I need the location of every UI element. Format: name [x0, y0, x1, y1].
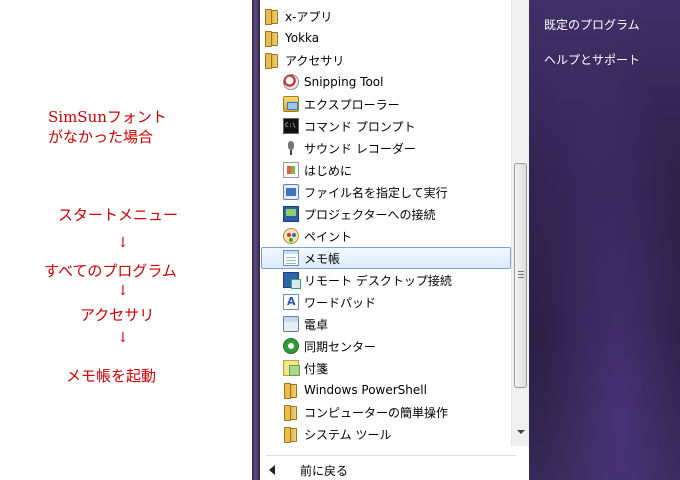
explorer-icon	[283, 96, 299, 112]
folder-icon	[283, 382, 299, 399]
all-programs-panel: x-アプリ Yokka アクセサリ Snipping Tool エクスプローラー…	[260, 0, 529, 480]
list-item-windows-powershell[interactable]: Windows PowerShell	[283, 379, 427, 401]
wordpad-icon	[283, 294, 299, 310]
list-item-wordpad[interactable]: ワードパッド	[283, 291, 376, 313]
sync-center-icon	[283, 338, 299, 354]
list-item-system-tools[interactable]: システム ツール	[283, 423, 391, 445]
list-item-label: アクセサリ	[285, 53, 345, 68]
scroll-down-arrow-icon[interactable]	[517, 430, 525, 434]
list-item-x-apps[interactable]: x-アプリ	[264, 5, 332, 27]
annotation-step-accessories: アクセサリ	[80, 306, 155, 324]
list-item-accessories[interactable]: アクセサリ	[264, 49, 344, 71]
list-item-label: システム ツール	[304, 427, 392, 442]
list-item-label: メモ帳	[304, 251, 341, 266]
back-button[interactable]: 前に戻る	[260, 458, 529, 480]
annotation-title-line1: SimSunフォント	[48, 108, 167, 126]
help-and-support-link[interactable]: ヘルプとサポート	[544, 51, 640, 68]
annotation-arrow: ↓	[117, 235, 129, 251]
run-icon	[283, 184, 299, 200]
annotation-step-all-programs: すべてのプログラム	[44, 262, 177, 280]
start-menu-border	[252, 0, 260, 480]
list-item-label: コンピューターの簡単操作	[304, 405, 449, 420]
notepad-icon	[283, 250, 299, 266]
list-item-label: 電卓	[304, 317, 329, 332]
start-menu-right-pane: 既定のプログラム ヘルプとサポート	[529, 0, 680, 480]
back-arrow-icon	[269, 465, 275, 475]
getting-started-icon	[283, 162, 299, 178]
list-item-sound-recorder[interactable]: サウンド レコーダー	[283, 137, 416, 159]
list-item-label: エクスプローラー	[304, 97, 400, 112]
list-item-sync-center[interactable]: 同期センター	[283, 335, 376, 357]
sticky-notes-icon	[283, 360, 300, 376]
list-item-connect-projector[interactable]: プロジェクターへの接続	[283, 203, 436, 225]
annotation-arrow: ↓	[117, 283, 129, 299]
list-item-yokka[interactable]: Yokka	[264, 27, 319, 49]
list-item-explorer[interactable]: エクスプローラー	[283, 93, 400, 115]
list-item-snipping-tool[interactable]: Snipping Tool	[283, 71, 383, 93]
divider	[266, 455, 516, 456]
projector-icon	[283, 206, 299, 222]
list-item-label: ペイント	[304, 229, 353, 244]
annotation-title-line2: がなかった場合	[48, 128, 154, 146]
list-item-label: はじめに	[304, 163, 353, 178]
list-item-label: 付箋	[304, 361, 329, 376]
annotation-arrow: ↓	[117, 330, 129, 346]
default-programs-link[interactable]: 既定のプログラム	[544, 16, 640, 33]
list-item-label: リモート デスクトップ接続	[304, 273, 452, 288]
list-item-label: Yokka	[285, 31, 320, 45]
list-item-label: Snipping Tool	[304, 75, 384, 89]
list-item-remote-desktop[interactable]: リモート デスクトップ接続	[283, 269, 452, 291]
folder-icon	[264, 8, 280, 25]
list-item-sticky-notes[interactable]: 付箋	[283, 357, 328, 379]
list-item-label: プロジェクターへの接続	[304, 207, 436, 222]
scrollbar-thumb[interactable]	[514, 163, 527, 388]
microphone-icon	[283, 140, 299, 156]
folder-icon	[283, 426, 299, 443]
list-item-run[interactable]: ファイル名を指定して実行	[283, 181, 448, 203]
paint-palette-icon	[283, 228, 299, 244]
folder-icon	[264, 52, 280, 69]
list-item-label: コマンド プロンプト	[304, 119, 416, 134]
list-item-paint[interactable]: ペイント	[283, 225, 352, 247]
list-item-command-prompt[interactable]: コマンド プロンプト	[283, 115, 415, 137]
list-item-getting-started[interactable]: はじめに	[283, 159, 352, 181]
list-item-label: ファイル名を指定して実行	[304, 185, 448, 200]
list-item-ease-of-access[interactable]: コンピューターの簡単操作	[283, 401, 448, 423]
back-label: 前に戻る	[300, 464, 349, 478]
list-item-calculator[interactable]: 電卓	[283, 313, 328, 335]
list-item-label: ワードパッド	[304, 295, 377, 310]
grip-icon	[518, 271, 524, 278]
folder-icon	[283, 404, 299, 421]
vertical-scrollbar[interactable]	[511, 0, 529, 446]
list-item-notepad[interactable]: メモ帳	[261, 247, 511, 269]
program-list: x-アプリ Yokka アクセサリ Snipping Tool エクスプローラー…	[260, 0, 511, 446]
list-item-label: 同期センター	[304, 339, 377, 354]
annotation-area: SimSunフォント がなかった場合 スタートメニュー ↓ すべてのプログラム …	[0, 0, 252, 480]
command-prompt-icon	[283, 118, 299, 134]
list-item-label: サウンド レコーダー	[304, 141, 416, 156]
annotation-step-start-menu: スタートメニュー	[58, 206, 179, 224]
list-item-label: x-アプリ	[285, 9, 333, 24]
snipping-tool-icon	[283, 74, 299, 90]
list-item-label: Windows PowerShell	[304, 383, 427, 397]
remote-desktop-icon	[283, 272, 301, 289]
folder-icon	[264, 30, 280, 47]
annotation-step-launch-notepad: メモ帳を起動	[66, 367, 157, 385]
calculator-icon	[283, 316, 299, 332]
